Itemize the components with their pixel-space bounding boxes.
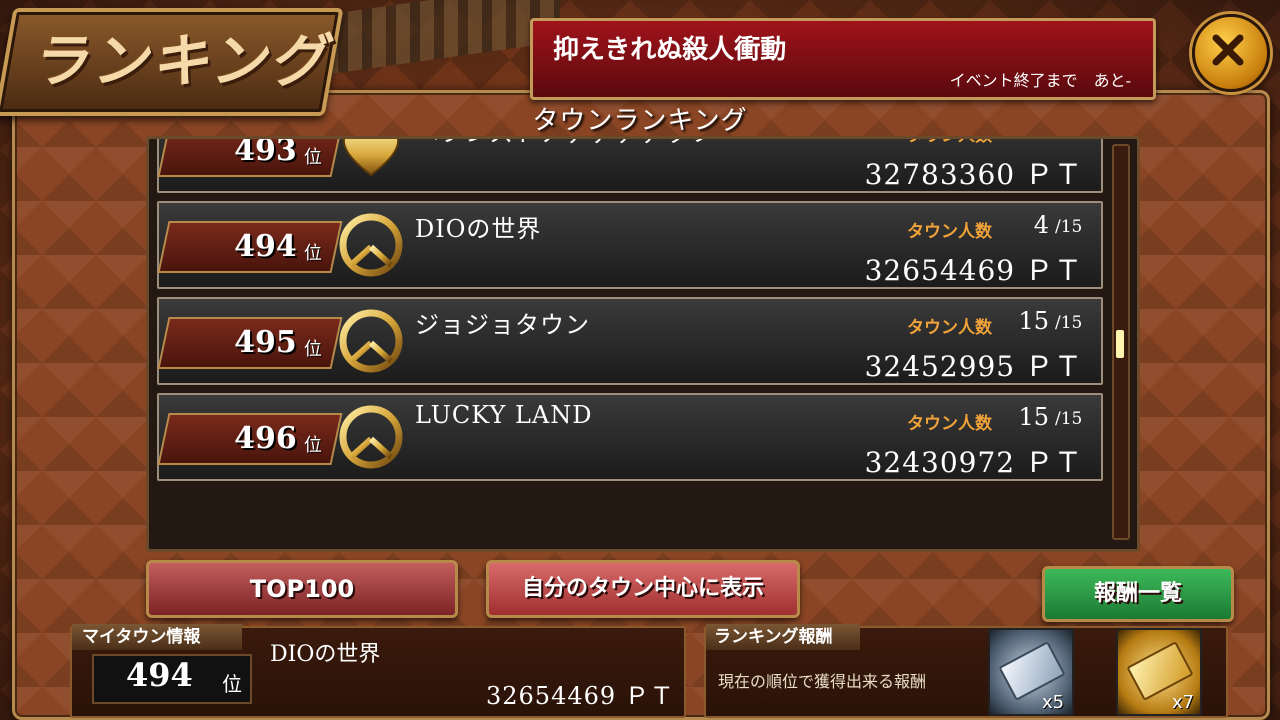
ranking-list[interactable]: 492 位 33072236 ＰＴ 493 位 ヘブンズドアァァァァッツ タウン…: [146, 136, 1140, 552]
my-rank: 494: [126, 656, 193, 694]
members-max: /15: [1055, 217, 1083, 237]
town-name: ヘブンズドアァァァァッツ: [415, 139, 715, 148]
members-label: タウン人数: [907, 318, 992, 338]
event-title: 抑えきれぬ殺人衝動: [553, 35, 787, 65]
members-label: タウン人数: [907, 414, 992, 434]
rank-unit: 位: [303, 243, 322, 264]
peace-emblem-icon: [337, 211, 405, 279]
ranking-reward-desc: 現在の順位で獲得出来る報酬: [718, 672, 927, 691]
page-title: ランキング: [29, 27, 340, 95]
close-button[interactable]: [1192, 14, 1270, 92]
ranking-row[interactable]: 493 位 ヘブンズドアァァァァッツ タウン人数 15 /15 32783360…: [157, 136, 1103, 193]
rank-number: 496: [234, 421, 298, 456]
town-points: 32452995 ＰＴ: [864, 350, 1083, 383]
town-points: 32430972 ＰＴ: [864, 446, 1083, 479]
ranking-row[interactable]: 494 位 DIOの世界 タウン人数 4 /15 32654469 ＰＴ: [157, 201, 1103, 289]
members-count: 15: [1018, 403, 1049, 431]
town-points: 32654469 ＰＴ: [864, 254, 1083, 287]
reward-list-button[interactable]: 報酬一覧: [1042, 566, 1234, 622]
rank-plate: 495 位: [157, 317, 343, 369]
town-name: DIOの世界: [415, 215, 542, 243]
members-count: 15: [999, 139, 1049, 143]
rank-unit: 位: [303, 339, 322, 360]
my-town-name: DIOの世界: [270, 642, 381, 667]
rank-number: 495: [234, 325, 298, 360]
members-max: /15: [1055, 313, 1083, 333]
ranking-row[interactable]: 495 位 ジョジョタウン タウン人数 15 /15 32452995 ＰＴ: [157, 297, 1103, 385]
top100-button[interactable]: TOP100: [146, 560, 458, 618]
my-town-points: 32654469 ＰＴ: [486, 682, 675, 710]
my-town-tag: マイタウン情報: [72, 624, 242, 650]
members-label: タウン人数: [907, 222, 992, 242]
rank-plate: 494 位: [157, 221, 343, 273]
rank-number: 493: [234, 136, 298, 168]
rank-plate: 496 位: [157, 413, 343, 465]
ranking-reward-tag: ランキング報酬: [706, 624, 860, 650]
reward-qty-silver: x5: [1042, 692, 1065, 713]
event-remaining: イベント終了まで あと-: [949, 71, 1131, 90]
town-name: ジョジョタウン: [415, 311, 590, 339]
show-my-town-button[interactable]: 自分のタウン中心に表示: [486, 560, 800, 618]
close-icon: [1212, 34, 1244, 66]
members-count: 4: [1033, 211, 1049, 239]
scroll-thumb[interactable]: [1116, 330, 1124, 358]
event-banner: 抑えきれぬ殺人衝動 イベント終了まで あと-: [530, 18, 1156, 100]
heart-emblem-icon: [337, 139, 405, 183]
rank-unit: 位: [303, 147, 322, 168]
members-count: 15: [1018, 307, 1049, 335]
peace-emblem-icon: [337, 403, 405, 471]
members-label: タウン人数: [907, 136, 992, 146]
town-name: LUCKY LAND: [415, 401, 593, 429]
ranking-row[interactable]: 496 位 LUCKY LAND タウン人数 15 /15 32430972 Ｐ…: [157, 393, 1103, 481]
my-rank-unit: 位: [222, 672, 242, 696]
rank-unit: 位: [303, 435, 322, 456]
reward-qty-gold: x7: [1172, 692, 1195, 713]
rank-number: 494: [234, 229, 298, 264]
peace-emblem-icon: [337, 307, 405, 375]
section-title: タウンランキング: [532, 106, 748, 136]
town-points: 32783360 ＰＴ: [864, 158, 1083, 191]
rank-plate: 493 位: [157, 136, 343, 177]
members-max: /15: [1055, 409, 1083, 429]
members-max: /15: [1055, 139, 1082, 141]
